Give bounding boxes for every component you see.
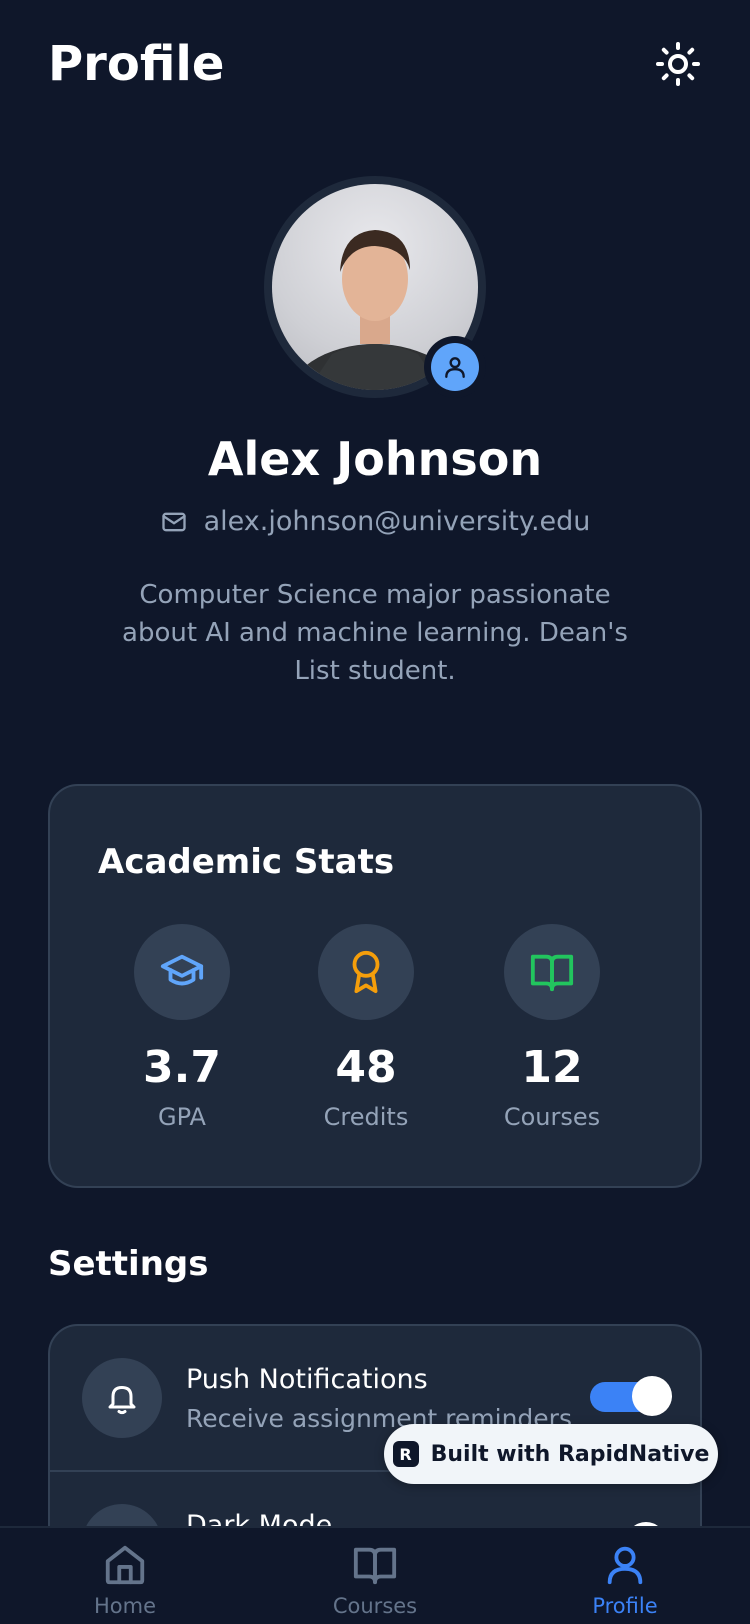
stat-value: 48 [335,1042,397,1093]
graduation-cap-icon [160,954,204,986]
stat-label: GPA [158,1103,206,1131]
user-name: Alex Johnson [207,432,543,486]
tab-profile[interactable]: Profile [545,1542,705,1618]
award-icon [352,950,380,994]
stat-label: Credits [323,1103,409,1131]
built-with-text: Built with RapidNative [430,1441,710,1467]
home-icon [105,1545,145,1585]
toggle-knob [632,1376,672,1416]
setting-label: Push Notifications [186,1364,428,1395]
bottom-tab-bar: Home Courses Profile [0,1526,750,1624]
user-icon [607,1546,643,1585]
stat-courses: 12 Courses [462,924,642,1131]
tab-home[interactable]: Home [45,1542,205,1618]
book-icon [353,1547,397,1585]
page-title: Profile [48,36,225,92]
user-email: alex.johnson@university.edu [203,506,591,537]
sun-icon [656,42,700,86]
stat-value: 3.7 [143,1042,221,1093]
header: Profile [0,0,750,130]
rapidnative-logo-icon: R [392,1441,419,1467]
avatar-edit-badge[interactable] [424,336,486,398]
tab-label: Courses [332,1594,418,1618]
bell-icon [108,1386,136,1415]
stat-label: Courses [503,1103,601,1131]
tab-label: Profile [592,1594,658,1618]
push-notifications-toggle[interactable] [590,1376,672,1416]
stat-value: 12 [521,1042,583,1093]
avatar-container[interactable] [264,176,486,398]
theme-toggle-button[interactable] [650,36,706,92]
built-with-badge[interactable]: R Built with RapidNative [384,1424,718,1484]
stats-title: Academic Stats [98,842,395,882]
academic-stats-card: Academic Stats 3.7 GPA 48 Credits 12 Cou… [48,784,702,1188]
user-icon [445,357,465,378]
book-open-icon [530,954,574,992]
settings-title: Settings [48,1244,209,1284]
tab-label: Home [93,1594,156,1618]
stat-credits: 48 Credits [276,924,456,1131]
stat-gpa: 3.7 GPA [92,924,272,1131]
user-bio: Computer Science major passionate about … [122,580,628,686]
mail-icon [161,512,186,531]
email-row: alex.johnson@university.edu [0,506,750,537]
tab-courses[interactable]: Courses [295,1542,455,1618]
